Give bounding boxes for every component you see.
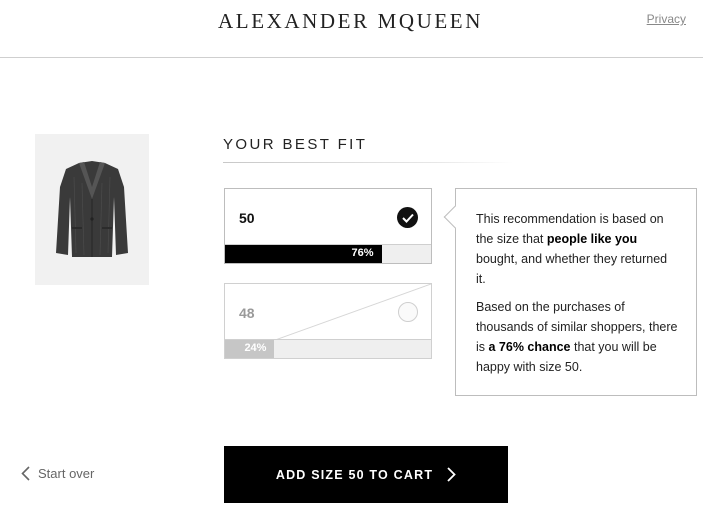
size-option-48[interactable]: 48 24% xyxy=(224,283,432,359)
add-to-cart-label: ADD SIZE 50 TO CART xyxy=(275,467,434,482)
privacy-link[interactable]: Privacy xyxy=(647,12,686,26)
size-label: 48 xyxy=(239,305,255,321)
start-over-link[interactable]: Start over xyxy=(21,466,94,481)
product-image xyxy=(35,134,149,285)
callout-arrow xyxy=(443,205,467,229)
brand-logo: ALEXANDER MQUEEN xyxy=(218,9,483,33)
recommendation-info: This recommendation is based on the size… xyxy=(443,188,697,396)
size-option-50[interactable]: 50 76% xyxy=(224,188,432,264)
info-paragraph-1: This recommendation is based on the size… xyxy=(476,212,668,286)
add-to-cart-button[interactable]: ADD SIZE 50 TO CART xyxy=(224,446,508,503)
start-over-label: Start over xyxy=(38,466,95,481)
fit-percentage-label: 24% xyxy=(244,342,267,354)
checkmark-icon xyxy=(397,207,418,228)
chevron-right-icon xyxy=(447,467,456,482)
size-label: 50 xyxy=(239,210,255,226)
header: ALEXANDER MQUEEN Privacy xyxy=(0,0,703,58)
fit-percentage-bar: 24% xyxy=(225,339,431,358)
info-paragraph-2: Based on the purchases of thousands of s… xyxy=(476,300,678,374)
fit-percentage-label: 76% xyxy=(351,247,374,259)
section-title: YOUR BEST FIT xyxy=(223,136,368,153)
chevron-left-icon xyxy=(21,466,30,481)
jacket-icon xyxy=(56,160,128,257)
title-divider xyxy=(223,162,513,163)
radio-unselected-icon xyxy=(398,302,418,322)
fit-percentage-bar: 76% xyxy=(225,244,431,263)
